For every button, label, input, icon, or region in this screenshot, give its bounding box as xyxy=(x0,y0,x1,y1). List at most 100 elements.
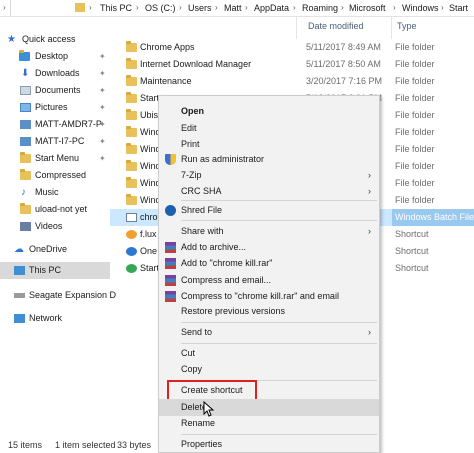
menu-create-shortcut[interactable]: Create shortcut xyxy=(159,380,379,401)
nav-label: Downloads xyxy=(35,68,80,78)
nav-label: Music xyxy=(35,187,59,197)
menu-7zip[interactable]: 7-Zip › xyxy=(159,167,379,184)
menu-compress-email[interactable]: Compress and email... xyxy=(159,272,379,289)
network-pc-icon xyxy=(20,120,31,129)
chevron-right-icon: › xyxy=(215,3,218,12)
breadcrumb-roaming[interactable]: Roaming xyxy=(302,1,338,15)
pin-icon: ✦ xyxy=(99,154,106,163)
chevron-right-icon: › xyxy=(89,3,92,12)
menu-shred-file[interactable]: Shred File xyxy=(159,202,379,219)
nav-label: Network xyxy=(29,313,63,323)
chevron-right-icon: › xyxy=(441,3,444,12)
winrar-icon xyxy=(165,258,176,269)
menu-label: Copy xyxy=(181,364,203,374)
nav-downloads[interactable]: ⬇ Downloads ✦ xyxy=(0,65,110,82)
breadcrumb-start[interactable]: Start xyxy=(449,1,468,15)
nav-label: Documents xyxy=(35,85,81,95)
nav-matt-i7[interactable]: MATT-I7-PC ✦ xyxy=(0,133,110,150)
list-item[interactable]: Maintenance 3/20/2017 7:16 PM File folde… xyxy=(110,73,474,90)
column-divider xyxy=(391,17,392,39)
menu-add-to-rar[interactable]: Add to "chrome kill.rar" xyxy=(159,255,379,272)
menu-copy[interactable]: Copy xyxy=(159,361,379,378)
chevron-right-icon: › xyxy=(368,226,371,236)
menu-add-to-archive[interactable]: Add to archive... xyxy=(159,239,379,256)
column-date-modified[interactable]: Date modified xyxy=(308,21,364,31)
documents-icon xyxy=(20,86,31,95)
folder-icon xyxy=(126,160,137,171)
menu-rename[interactable]: Rename xyxy=(159,415,379,432)
menu-share-with[interactable]: Share with › xyxy=(159,223,379,240)
file-type: File folder xyxy=(395,110,435,120)
breadcrumb-appdata[interactable]: AppData xyxy=(254,1,289,15)
nav-label: This PC xyxy=(29,265,62,275)
menu-send-to[interactable]: Send to › xyxy=(159,324,379,341)
breadcrumb-this-pc[interactable]: This PC xyxy=(100,1,132,15)
download-icon: ⬇ xyxy=(21,68,30,79)
file-type: File folder xyxy=(395,76,435,86)
nav-music[interactable]: ♪ Music xyxy=(0,184,110,201)
nav-seagate[interactable]: Seagate Expansion D xyxy=(0,287,116,304)
menu-properties[interactable]: Properties xyxy=(159,436,379,453)
menu-edit[interactable]: Edit xyxy=(159,120,379,137)
nav-arrow-icon[interactable]: › xyxy=(3,1,6,15)
breadcrumb-matt[interactable]: Matt xyxy=(224,1,242,15)
file-type: File folder xyxy=(395,161,435,171)
nav-compressed[interactable]: Compressed xyxy=(0,167,110,184)
nav-label: Desktop xyxy=(35,51,69,61)
file-type: File folder xyxy=(395,195,435,205)
nav-network[interactable]: Network xyxy=(0,310,110,327)
chevron-right-icon: › xyxy=(179,3,182,12)
onedrive-icon: ☁ xyxy=(14,244,24,255)
item-count: 15 items xyxy=(8,440,43,450)
menu-crc-sha[interactable]: CRC SHA › xyxy=(159,183,379,200)
list-item[interactable]: Internet Download Manager 5/11/2017 8:50… xyxy=(110,56,474,73)
pin-icon: ✦ xyxy=(99,120,106,129)
nav-label: Compressed xyxy=(35,170,87,180)
menu-restore-versions[interactable]: Restore previous versions xyxy=(159,303,379,320)
nav-quick-access[interactable]: ★ Quick access xyxy=(0,31,110,48)
menu-separator xyxy=(181,322,377,323)
menu-open[interactable]: Open xyxy=(159,103,379,120)
folder-icon xyxy=(75,3,85,12)
nav-this-pc[interactable]: This PC xyxy=(0,262,110,279)
nav-start-menu[interactable]: Start Menu ✦ xyxy=(0,150,110,167)
nav-documents[interactable]: Documents ✦ xyxy=(0,82,110,99)
breadcrumb-microsoft[interactable]: Microsoft xyxy=(349,1,386,15)
list-item[interactable]: Chrome Apps 5/11/2017 8:49 AM File folde… xyxy=(110,39,474,56)
selection-count: 1 item selected xyxy=(55,440,116,450)
nav-pictures[interactable]: Pictures ✦ xyxy=(0,99,110,116)
batch-file-icon xyxy=(126,213,137,222)
breadcrumb-users[interactable]: Users xyxy=(188,1,212,15)
menu-label: Add to "chrome kill.rar" xyxy=(181,258,273,268)
folder-icon xyxy=(126,194,137,205)
chevron-right-icon: › xyxy=(293,3,296,12)
nav-uload[interactable]: uload-not yet xyxy=(0,201,110,218)
menu-separator xyxy=(181,200,377,201)
column-type[interactable]: Type xyxy=(397,21,417,31)
chevron-right-icon: › xyxy=(393,3,396,12)
breadcrumb-os-c[interactable]: OS (C:) xyxy=(145,1,176,15)
menu-label: Run as administrator xyxy=(181,154,265,164)
folder-icon xyxy=(20,169,31,180)
nav-videos[interactable]: Videos xyxy=(0,218,110,235)
menu-separator xyxy=(181,343,377,344)
nav-label: MATT-AMDR7-P xyxy=(35,119,102,129)
menu-run-as-admin[interactable]: Run as administrator xyxy=(159,151,379,168)
column-divider xyxy=(296,17,297,39)
nav-label: Quick access xyxy=(22,34,76,44)
file-type: File folder xyxy=(395,42,435,52)
menu-separator xyxy=(181,434,377,435)
nav-onedrive[interactable]: ☁ OneDrive xyxy=(0,241,110,258)
menu-delete[interactable]: Delete xyxy=(159,399,379,417)
pin-icon: ✦ xyxy=(99,69,106,78)
menu-label: CRC SHA xyxy=(181,186,222,196)
nav-matt-amdr7[interactable]: MATT-AMDR7-P ✦ xyxy=(0,116,110,133)
divider xyxy=(10,0,11,16)
menu-cut[interactable]: Cut xyxy=(159,345,379,362)
menu-label: Edit xyxy=(181,123,197,133)
breadcrumb-windows[interactable]: Windows xyxy=(402,1,439,15)
file-name: chro xyxy=(140,212,158,222)
nav-desktop[interactable]: Desktop ✦ xyxy=(0,48,110,65)
file-name: Start xyxy=(140,263,160,273)
address-bar[interactable]: › › This PC › OS (C:) › Users › Matt › A… xyxy=(0,0,474,17)
